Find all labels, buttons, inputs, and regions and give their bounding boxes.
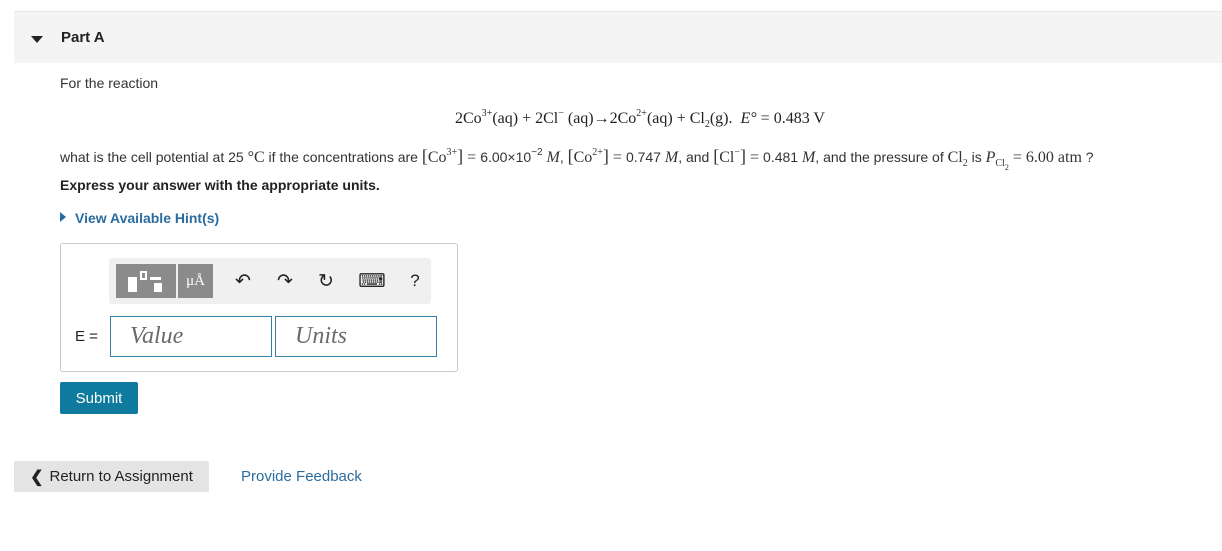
answer-label: E = [75,328,98,345]
view-hints-link[interactable]: View Available Hint(s) [60,210,219,226]
help-icon: ? [410,271,420,290]
q-molar-3: M [801,149,816,166]
undo-icon: ↶ [235,270,251,292]
units-icon: μÅ [186,272,205,289]
eq-e-symbol: E° [740,110,757,127]
q-part-1: what is the cell potential at 25 [60,149,248,165]
eq-reactant-cl: + 2Cl [518,110,559,127]
redo-icon: ↷ [277,270,293,292]
q-cl2: Cl2 [947,149,968,169]
q-co2-label: Co [573,149,593,166]
q-cl-conc: [Cl−] = [713,146,764,166]
q-co3-conc: [Co3+] = [421,146,481,166]
eq-product-cl2: + Cl [672,110,705,127]
submit-button[interactable]: Submit [60,382,138,414]
answer-instruction: Express your answer with the appropriate… [60,177,380,193]
chevron-left-icon: ❮ [30,468,44,486]
eq-e-value: = 0.483 V [756,110,825,127]
q-cl-value: 0.481 [763,149,799,165]
part-header[interactable] [14,12,1222,63]
q-and: , and [678,149,714,165]
help-button[interactable]: ? [403,264,427,298]
part-title[interactable]: Part A [61,29,105,46]
return-to-assignment-button[interactable]: ❮ Return to Assignment [14,461,209,492]
q-co3-value: 6.00×10 [480,149,532,165]
keyboard-icon: ⌨ [358,270,386,292]
q-part-3: , and the pressure of [815,149,948,165]
caret-down-icon[interactable] [31,36,43,43]
q-degrees-c: °C [247,149,265,166]
keyboard-button[interactable]: ⌨ [357,264,387,298]
q-cl-label: Cl [719,149,735,166]
reaction-equation: 2Co3+(aq) + 2Cl− (aq)→2Co2+(aq) + Cl2(g)… [455,108,825,130]
eq-co2-charge: 2+ [636,108,647,119]
q-co3-exp: −2 [531,147,543,158]
undo-button[interactable]: ↶ [231,264,255,298]
eq-product-co: 2Co [609,110,637,127]
q-molar-2: M [664,149,679,166]
eq-co3-charge: 3+ [481,108,493,119]
eq-aq-3: (aq) [646,110,673,127]
eq-aq-1: (aq) [492,110,519,127]
q-end: ? [1081,149,1094,165]
q-pressure-symbol: PCl2 = [985,149,1026,172]
units-input[interactable]: Units [275,316,437,357]
q-is: is [967,149,986,165]
math-toolbar: μÅ ↶ ↷ ↻ ⌨ ? [109,258,431,304]
q-co3-label: Co [427,149,447,166]
q-co2-conc: [Co2+] = [567,146,626,166]
eq-aq-2: (aq) [563,110,594,127]
question-text: what is the cell potential at 25 °C if t… [60,146,1094,172]
problem-intro: For the reaction [60,75,159,91]
redo-button[interactable]: ↷ [273,264,297,298]
value-input[interactable]: Value [110,316,272,357]
eq-arrow: → [593,110,610,127]
units-button[interactable]: μÅ [178,264,213,298]
templates-button[interactable] [116,264,176,298]
q-co3-sup: 3+ [446,147,458,158]
q-molar-1: M [546,149,560,166]
reset-icon: ↻ [318,270,334,292]
eq-reactant-co: 2Co [455,110,482,127]
q-part-2: if the concentrations are [264,149,422,165]
view-hints-label: View Available Hint(s) [75,210,220,226]
q-pressure-value: 6.00 atm [1025,149,1082,166]
return-label: Return to Assignment [49,468,193,485]
q-co2-sup: 2+ [592,147,603,158]
caret-right-icon [60,212,66,222]
q-co2-value: 0.747 [625,149,661,165]
reset-button[interactable]: ↻ [314,264,338,298]
provide-feedback-link[interactable]: Provide Feedback [241,468,362,485]
eq-gas: (g). [709,110,733,127]
